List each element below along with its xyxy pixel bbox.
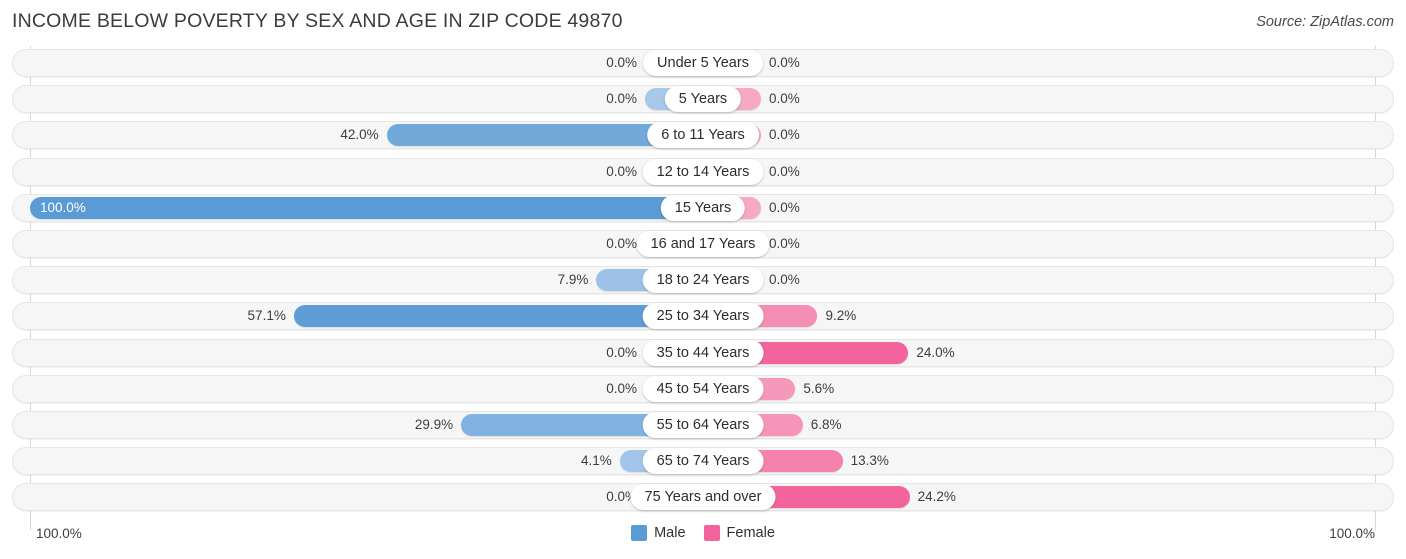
chart-row: 29.9% 6.8% 55 to 64 Years [0, 408, 1406, 444]
value-label-male: 0.0% [606, 163, 637, 179]
category-label: 5 Years [664, 86, 742, 113]
source-attribution: Source: ZipAtlas.com [1256, 14, 1394, 30]
legend-swatch-female [703, 525, 720, 541]
value-label-female: 0.0% [769, 199, 800, 215]
value-label-male: 0.0% [606, 235, 637, 251]
value-label-male: 0.0% [606, 55, 637, 70]
category-label: 16 and 17 Years [636, 230, 770, 257]
page-header: INCOME BELOW POVERTY BY SEX AND AGE IN Z… [0, 0, 1406, 46]
category-label: 15 Years [660, 194, 746, 221]
chart-row: 0.0% 5.6% 45 to 54 Years [0, 372, 1406, 408]
value-label-male: 100.0% [40, 199, 86, 215]
legend-swatch-male [631, 525, 648, 541]
value-label-male: 0.0% [606, 344, 637, 360]
legend-label-male: Male [654, 525, 686, 541]
chart-row: 100.0% 0.0% 15 Years [0, 191, 1406, 227]
category-label: 55 to 64 Years [642, 411, 764, 438]
chart-row: 0.0% 24.2% 75 Years and over [0, 480, 1406, 516]
chart-row: 4.1% 13.3% 65 to 74 Years [0, 444, 1406, 480]
chart-row: 0.0% 0.0% 12 to 14 Years [0, 155, 1406, 191]
legend-item-female[interactable]: Female [703, 525, 775, 541]
chart-row: 0.0% 24.0% 35 to 44 Years [0, 336, 1406, 372]
value-label-female: 6.8% [810, 416, 842, 432]
category-label: 45 to 54 Years [642, 375, 764, 402]
legend-item-male[interactable]: Male [631, 525, 686, 541]
value-label-male: 0.0% [606, 489, 637, 505]
value-label-female: 0.0% [769, 127, 800, 143]
value-label-male: 4.1% [581, 453, 612, 469]
bar-male[interactable] [30, 196, 703, 219]
chart-row: 0.0% 0.0% 5 Years [0, 82, 1406, 118]
chart-row: 0.0% 0.0% Under 5 Years [0, 46, 1406, 82]
category-label: 25 to 34 Years [642, 303, 764, 330]
legend-label-female: Female [726, 525, 775, 541]
bar-male[interactable] [293, 305, 703, 328]
chart-row: 0.0% 0.0% 16 and 17 Years [0, 227, 1406, 263]
chart-row: 57.1% 9.2% 25 to 34 Years [0, 299, 1406, 335]
category-label: 75 Years and over [630, 484, 776, 511]
value-label-female: 0.0% [769, 55, 800, 70]
chart-row: 7.9% 0.0% 18 to 24 Years [0, 263, 1406, 299]
value-label-male: 0.0% [606, 91, 637, 107]
value-label-female: 24.0% [916, 344, 955, 360]
value-label-female: 0.0% [769, 272, 800, 288]
category-label: Under 5 Years [643, 50, 763, 76]
value-label-female: 13.3% [850, 453, 889, 469]
category-label: 6 to 11 Years [647, 122, 759, 149]
diverging-bar-chart: 0.0% 0.0% Under 5 Years 0.0% 0.0% 5 Years 42.0… [0, 46, 1406, 522]
category-label: 12 to 14 Years [642, 158, 764, 185]
value-label-male: 42.0% [340, 127, 379, 143]
value-label-male: 7.9% [557, 272, 589, 288]
value-label-male: 0.0% [606, 380, 637, 396]
value-label-female: 5.6% [803, 380, 835, 396]
value-label-male: 29.9% [414, 416, 454, 432]
value-label-female: 0.0% [769, 163, 800, 179]
page-title: INCOME BELOW POVERTY BY SEX AND AGE IN Z… [12, 10, 623, 32]
chart-footer: 100.0% 100.0% Male Female [0, 520, 1406, 559]
category-label: 18 to 24 Years [642, 267, 764, 294]
value-label-male: 57.1% [247, 308, 286, 324]
value-label-female: 0.0% [769, 235, 800, 251]
value-label-female: 0.0% [769, 91, 800, 107]
chart-row: 42.0% 0.0% 6 to 11 Years [0, 118, 1406, 154]
value-label-female: 9.2% [825, 308, 857, 324]
chart-rows: 0.0% 0.0% Under 5 Years 0.0% 0.0% 5 Years 42.0… [0, 46, 1406, 516]
value-label-female: 24.2% [917, 489, 956, 505]
category-label: 35 to 44 Years [642, 339, 764, 366]
chart-page: INCOME BELOW POVERTY BY SEX AND AGE IN Z… [0, 0, 1406, 559]
category-label: 65 to 74 Years [642, 448, 764, 475]
chart-legend: Male Female [0, 525, 1406, 541]
